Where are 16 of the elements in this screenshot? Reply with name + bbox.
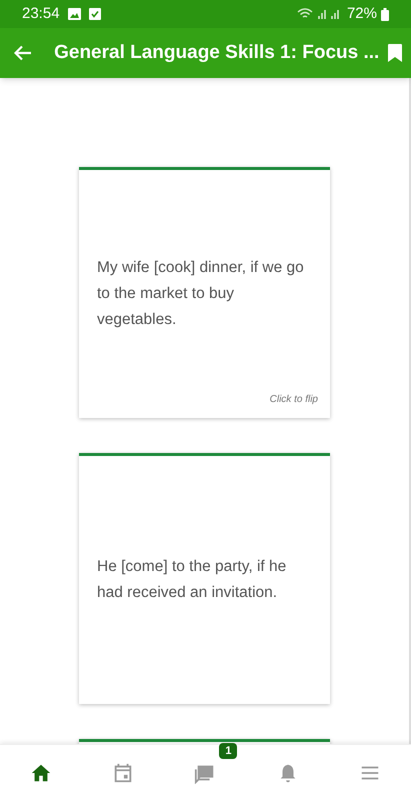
flashcard[interactable]: He [come] to the party, if he had received an invitation. [79,453,330,704]
check-icon [88,8,101,20]
status-time: 23:54 [22,4,60,24]
flashcard[interactable]: My wife [cook] dinner, if we go to the market to buy vegetables. Click to flip [79,167,330,418]
card-text: My wife [cook] dinner, if we go to the market to buy vegetables. [97,258,305,330]
unread-badge: 1 [219,742,238,758]
page-title: General Language Skills 1: Focus ... [54,40,380,65]
wifi-icon [296,8,313,20]
flip-hint: Click to flip [270,393,318,407]
battery-icon [381,8,389,20]
calendar-icon [112,762,134,784]
back-arrow-icon [14,45,32,61]
battery-percent: 72% [346,4,377,24]
bookmark-icon [388,44,402,62]
image-icon [68,8,81,20]
card-text: He [come] to the party, if he had received an invitation. [97,557,288,603]
